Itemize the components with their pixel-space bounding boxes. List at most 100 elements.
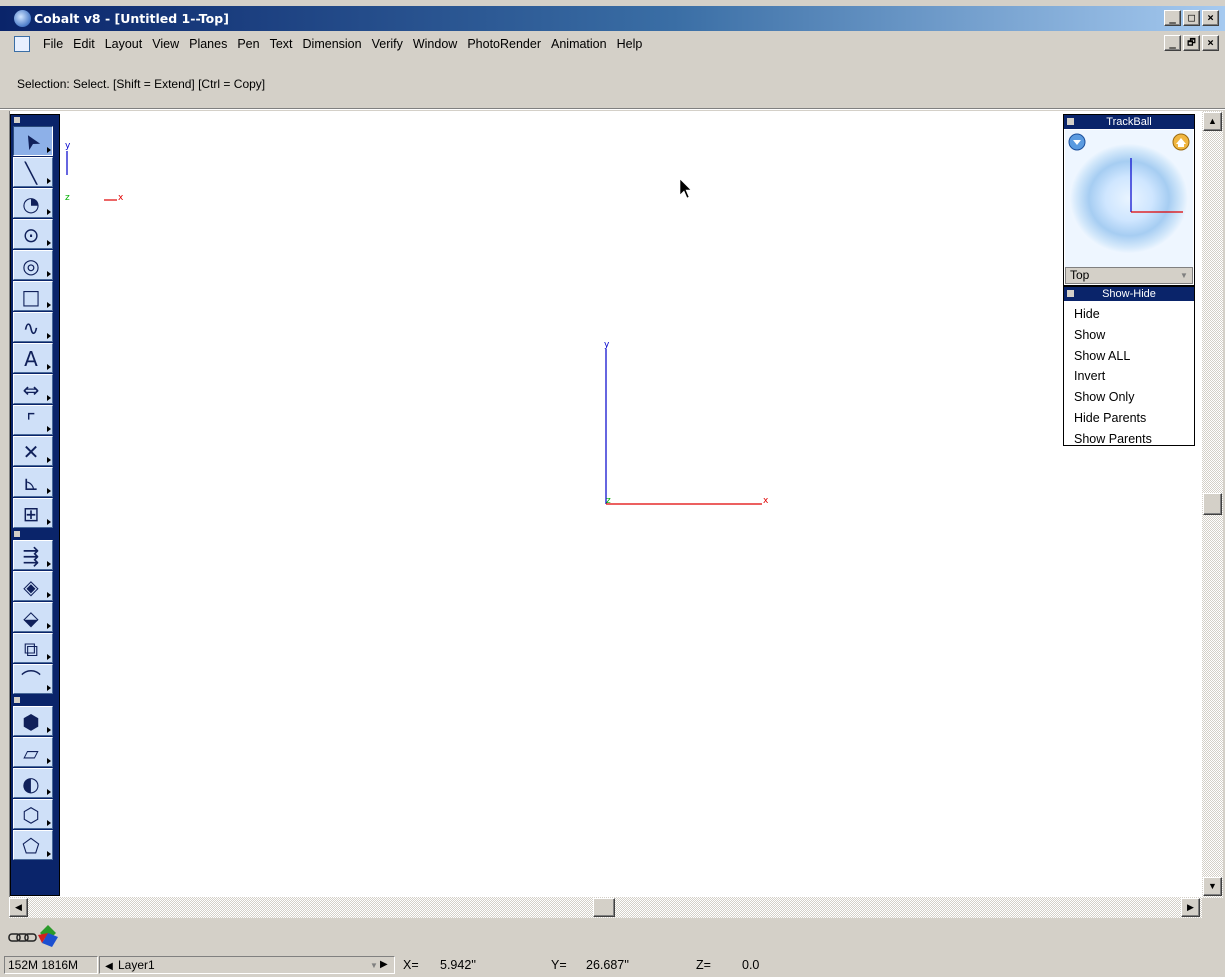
- flyout-arrow-icon[interactable]: [47, 209, 51, 215]
- menu-edit[interactable]: Edit: [68, 36, 100, 52]
- drawing-viewport[interactable]: y z x y x z: [9, 111, 1202, 898]
- menu-window[interactable]: Window: [408, 36, 462, 52]
- menu-text[interactable]: Text: [265, 36, 298, 52]
- flyout-arrow-icon[interactable]: [47, 789, 51, 795]
- flyout-arrow-icon[interactable]: [47, 592, 51, 598]
- trackball-menu-icon[interactable]: [1067, 118, 1074, 125]
- viewport-canvas[interactable]: y z x y x z: [10, 111, 1202, 898]
- vertical-scroll-thumb[interactable]: [1203, 493, 1222, 515]
- loft-tool-button[interactable]: ⧉: [13, 633, 53, 663]
- plane-tool-button[interactable]: ⬙: [13, 602, 53, 632]
- tool-group-2-header[interactable]: [11, 529, 59, 539]
- flyout-arrow-icon[interactable]: [47, 519, 51, 525]
- trackball-sphere[interactable]: [1065, 130, 1193, 267]
- chevron-down-icon[interactable]: ▼: [370, 958, 378, 974]
- arc-tool-button[interactable]: ◔: [13, 188, 53, 218]
- document-icon[interactable]: [14, 36, 30, 52]
- doc-minimize-button[interactable]: _: [1164, 35, 1181, 51]
- line-tool-button[interactable]: ╲: [13, 157, 53, 187]
- flyout-arrow-icon[interactable]: [47, 178, 51, 184]
- scroll-down-button[interactable]: ▼: [1203, 877, 1222, 896]
- solid-box-tool-button[interactable]: ⬢: [13, 706, 53, 736]
- extrude-tool-button[interactable]: ⇶: [13, 540, 53, 570]
- menu-layout[interactable]: Layout: [100, 36, 148, 52]
- flyout-arrow-icon[interactable]: [47, 457, 51, 463]
- layer-next-button[interactable]: ▶: [380, 957, 388, 973]
- flyout-arrow-icon[interactable]: [47, 851, 51, 857]
- solid-sweep-tool-button[interactable]: ◐: [13, 768, 53, 798]
- layer-prev-button[interactable]: ◀: [100, 959, 118, 975]
- sweep-tool-button[interactable]: ⌒: [13, 664, 53, 694]
- flyout-arrow-icon[interactable]: [47, 654, 51, 660]
- flyout-arrow-icon[interactable]: [47, 488, 51, 494]
- flyout-arrow-icon[interactable]: [47, 623, 51, 629]
- doc-close-button[interactable]: ×: [1202, 35, 1219, 51]
- menu-planes[interactable]: Planes: [184, 36, 232, 52]
- menu-photorender[interactable]: PhotoRender: [462, 36, 546, 52]
- flyout-arrow-icon[interactable]: [47, 820, 51, 826]
- title-bar[interactable]: Cobalt v8 - [Untitled 1--Top] _ □ ×: [0, 6, 1225, 31]
- chevron-down-icon[interactable]: ▼: [1178, 270, 1190, 281]
- flyout-arrow-icon[interactable]: [47, 364, 51, 370]
- menu-file[interactable]: File: [38, 36, 68, 52]
- curve-tool-button[interactable]: ∿: [13, 312, 53, 342]
- flyout-arrow-icon[interactable]: [47, 561, 51, 567]
- show-hide-title-bar[interactable]: Show-Hide: [1064, 287, 1194, 301]
- flyout-arrow-icon[interactable]: [47, 395, 51, 401]
- show-hide-item-hide[interactable]: Hide: [1074, 304, 1194, 325]
- snap-tool-button[interactable]: ⊞: [13, 498, 53, 528]
- doc-restore-button[interactable]: 🗗: [1183, 35, 1200, 51]
- flyout-arrow-icon[interactable]: [47, 271, 51, 277]
- solid-shell-tool-button[interactable]: ⬡: [13, 799, 53, 829]
- surface-tool-button[interactable]: ◈: [13, 571, 53, 601]
- tool-group-3-header[interactable]: [11, 695, 59, 705]
- vertical-scrollbar[interactable]: ▲ ▼: [1202, 111, 1223, 898]
- ellipse-tool-button[interactable]: ◎: [13, 250, 53, 280]
- show-hide-item-show[interactable]: Show: [1074, 325, 1194, 346]
- menu-dimension[interactable]: Dimension: [298, 36, 367, 52]
- menu-help[interactable]: Help: [612, 36, 648, 52]
- horizontal-scroll-thumb[interactable]: [593, 898, 615, 917]
- minimize-button[interactable]: _: [1164, 10, 1181, 26]
- flyout-arrow-icon[interactable]: [47, 727, 51, 733]
- flyout-arrow-icon[interactable]: [47, 758, 51, 764]
- flyout-arrow-icon[interactable]: [47, 685, 51, 691]
- show-hide-item-show-only[interactable]: Show Only: [1074, 387, 1194, 408]
- flyout-arrow-icon[interactable]: [47, 302, 51, 308]
- view-select[interactable]: Top ▼: [1065, 267, 1193, 284]
- flyout-arrow-icon[interactable]: [47, 240, 51, 246]
- chain-link-icon[interactable]: [8, 933, 37, 942]
- axis-orientation-icon[interactable]: [38, 925, 58, 947]
- flyout-arrow-icon[interactable]: [47, 147, 51, 153]
- show-hide-item-invert[interactable]: Invert: [1074, 366, 1194, 387]
- trim-tool-button[interactable]: ✕: [13, 436, 53, 466]
- menu-pen[interactable]: Pen: [232, 36, 264, 52]
- cobalt-app-icon[interactable]: [14, 10, 31, 27]
- maximize-button[interactable]: □: [1183, 10, 1200, 26]
- axis-tool-button[interactable]: ⊾: [13, 467, 53, 497]
- menu-animation[interactable]: Animation: [546, 36, 612, 52]
- menu-view[interactable]: View: [147, 36, 184, 52]
- show-hide-menu-icon[interactable]: [1067, 290, 1074, 297]
- fillet-tool-button[interactable]: ⌜: [13, 405, 53, 435]
- scroll-up-button[interactable]: ▲: [1203, 112, 1222, 131]
- show-hide-item-show-all[interactable]: Show ALL: [1074, 346, 1194, 367]
- solid-blend-tool-button[interactable]: ⬠: [13, 830, 53, 860]
- menu-verify[interactable]: Verify: [367, 36, 408, 52]
- trackball-title-bar[interactable]: TrackBall: [1064, 115, 1194, 129]
- dimension-tool-button[interactable]: ⇔: [13, 374, 53, 404]
- text-tool-button[interactable]: A: [13, 343, 53, 373]
- show-hide-item-hide-parents[interactable]: Hide Parents: [1074, 408, 1194, 429]
- scroll-right-button[interactable]: ▶: [1181, 898, 1200, 917]
- solid-extrude-tool-button[interactable]: ▱: [13, 737, 53, 767]
- select-tool-button[interactable]: ➤: [13, 126, 53, 156]
- scroll-left-button[interactable]: ◀: [9, 898, 28, 917]
- flyout-arrow-icon[interactable]: [47, 333, 51, 339]
- layer-select[interactable]: ◀ Layer1 ▼ ▶: [99, 956, 395, 974]
- show-hide-item-show-parents[interactable]: Show Parents: [1074, 429, 1194, 450]
- close-button[interactable]: ×: [1202, 10, 1219, 26]
- horizontal-scrollbar[interactable]: ◀ ▶: [9, 897, 1202, 918]
- circle-tool-button[interactable]: ⊙: [13, 219, 53, 249]
- flyout-arrow-icon[interactable]: [47, 426, 51, 432]
- rectangle-tool-button[interactable]: □: [13, 281, 53, 311]
